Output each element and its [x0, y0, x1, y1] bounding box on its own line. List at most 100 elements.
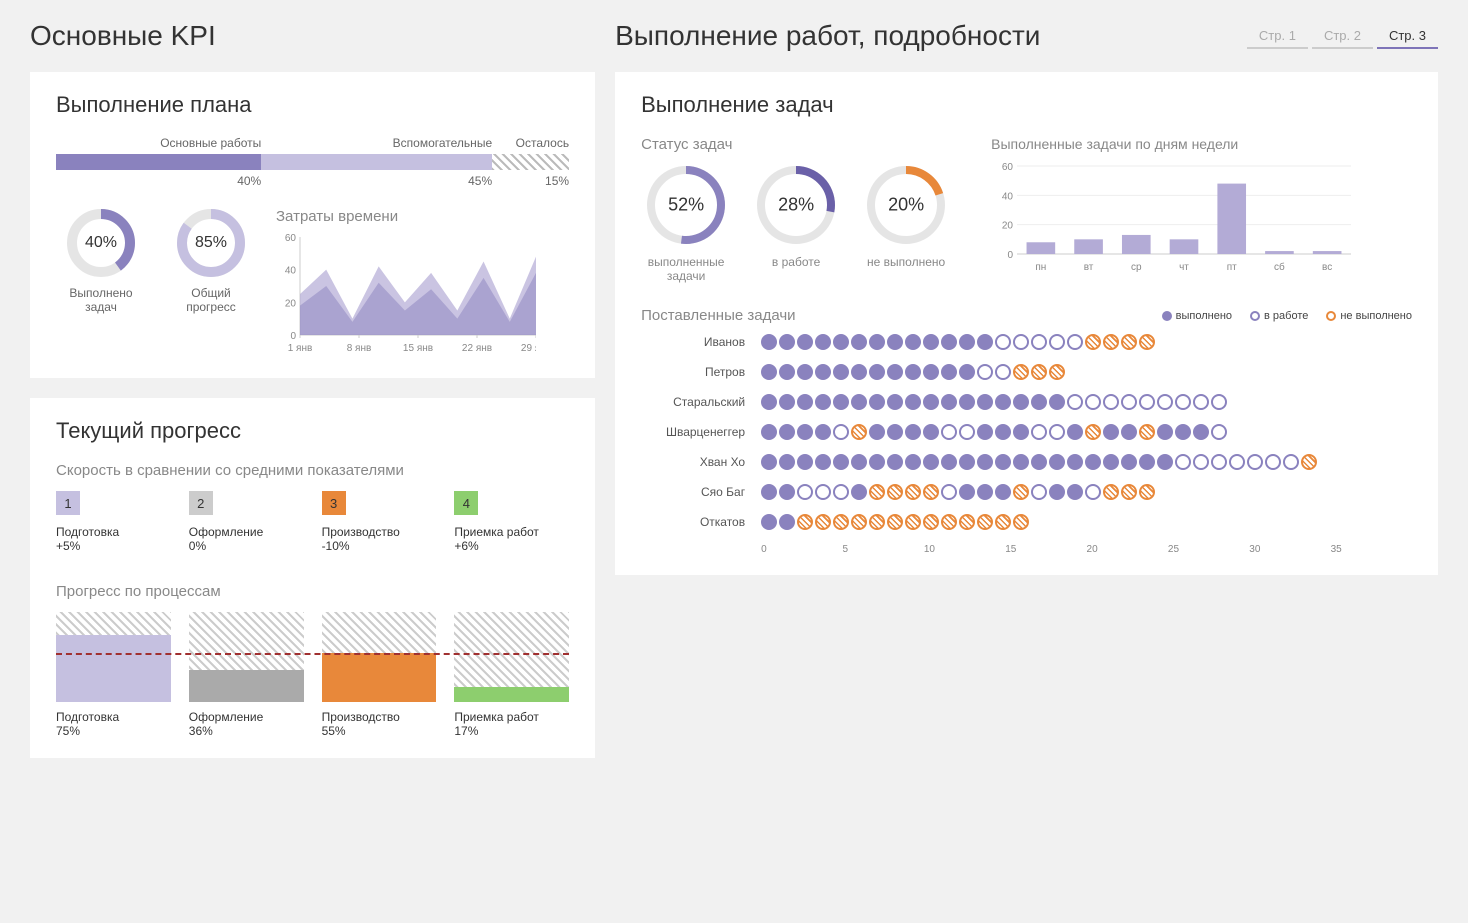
plan-seg-label: Вспомогательные	[261, 136, 492, 150]
tasks-card: Выполнение задач Статус задач 52%выполне…	[615, 72, 1438, 575]
task-dot	[887, 514, 903, 530]
task-dot	[923, 334, 939, 350]
task-dot	[1013, 484, 1029, 500]
task-dot	[833, 334, 849, 350]
task-dot	[761, 514, 777, 530]
task-dot	[1121, 484, 1137, 500]
task-dot	[923, 454, 939, 470]
reference-line	[56, 653, 569, 655]
task-dot	[1013, 424, 1029, 440]
plan-seg-value: 40%	[56, 174, 261, 188]
task-dot	[1049, 424, 1065, 440]
task-dot	[1139, 454, 1155, 470]
assign-row: Хван Хо	[641, 454, 1412, 470]
task-dot	[1121, 454, 1137, 470]
area-chart-title: Затраты времени	[276, 208, 569, 225]
plan-donut: 85%Общий прогресс	[166, 208, 256, 314]
task-dot	[1175, 394, 1191, 410]
task-dot	[1049, 364, 1065, 380]
task-dot	[815, 454, 831, 470]
task-dot	[1193, 454, 1209, 470]
person-name: Сяо Баг	[641, 485, 761, 499]
task-dot	[887, 484, 903, 500]
proc-item: Подготовка75%	[56, 612, 171, 738]
task-dot	[1139, 394, 1155, 410]
page-tab-3[interactable]: Стр. 3	[1377, 24, 1438, 49]
legend-item: в работе	[1250, 310, 1308, 322]
person-name: Хван Хо	[641, 455, 761, 469]
assign-title: Поставленные задачи	[641, 307, 795, 324]
task-dot	[761, 454, 777, 470]
task-dot	[1067, 484, 1083, 500]
page-tab-1[interactable]: Стр. 1	[1247, 24, 1308, 49]
task-dot	[977, 364, 993, 380]
task-dot	[869, 364, 885, 380]
task-dot	[923, 394, 939, 410]
task-dot	[1121, 424, 1137, 440]
task-dot	[851, 484, 867, 500]
task-dot	[1031, 364, 1047, 380]
task-dot	[761, 424, 777, 440]
svg-text:8 янв: 8 янв	[347, 343, 372, 353]
assign-row: Сяо Баг	[641, 484, 1412, 500]
svg-text:вс: вс	[1322, 262, 1332, 272]
task-dot	[779, 454, 795, 470]
task-dot	[941, 394, 957, 410]
plan-seg-value: 45%	[261, 174, 492, 188]
progress-card: Текущий прогресс Скорость в сравнении со…	[30, 398, 595, 758]
task-dot	[995, 394, 1011, 410]
assign-row: Шварценеггер	[641, 424, 1412, 440]
task-dot	[779, 364, 795, 380]
area-chart: 02040601 янв8 янв15 янв22 янв29 янв	[276, 233, 536, 353]
task-dot	[977, 514, 993, 530]
task-dot	[1175, 424, 1191, 440]
plan-segment	[56, 154, 261, 170]
proc-item: Приемка работ17%	[454, 612, 569, 738]
task-dot	[1157, 424, 1173, 440]
dot-row	[761, 424, 1227, 440]
legend-item: выполнено	[1162, 310, 1232, 322]
task-dot	[797, 424, 813, 440]
task-dot	[761, 394, 777, 410]
task-dot	[1085, 424, 1101, 440]
task-dot	[869, 334, 885, 350]
task-dot	[887, 394, 903, 410]
proc-item: Производство55%	[322, 612, 437, 738]
task-dot	[1193, 394, 1209, 410]
task-dot	[1103, 454, 1119, 470]
task-dot	[833, 484, 849, 500]
task-dot	[779, 424, 795, 440]
task-dot	[977, 484, 993, 500]
task-dot	[977, 424, 993, 440]
task-dot	[905, 364, 921, 380]
axis-tick: 0	[761, 544, 842, 555]
task-dot	[905, 424, 921, 440]
task-dot	[1013, 394, 1029, 410]
task-dot	[1067, 334, 1083, 350]
task-dot	[1013, 364, 1029, 380]
task-dot	[1031, 424, 1047, 440]
speed-item: 3Производство-10%	[322, 491, 437, 553]
task-dot	[797, 484, 813, 500]
task-dot	[869, 454, 885, 470]
task-dot	[887, 424, 903, 440]
task-dot	[941, 514, 957, 530]
task-dot	[797, 514, 813, 530]
task-dot	[1013, 454, 1029, 470]
svg-text:40: 40	[1002, 191, 1014, 202]
task-dot	[869, 424, 885, 440]
plan-donut: 40%Выполнено задач	[56, 208, 146, 314]
svg-text:60: 60	[285, 233, 297, 244]
proc-title: Прогресс по процессам	[56, 583, 569, 600]
task-dot	[851, 454, 867, 470]
task-dot	[833, 514, 849, 530]
page-tab-2[interactable]: Стр. 2	[1312, 24, 1373, 49]
axis-tick: 15	[1005, 544, 1086, 555]
task-dot	[887, 454, 903, 470]
task-dot	[977, 454, 993, 470]
task-dot	[905, 514, 921, 530]
task-dot	[995, 334, 1011, 350]
task-dot	[959, 334, 975, 350]
speed-item: 1Подготовка+5%	[56, 491, 171, 553]
task-dot	[887, 334, 903, 350]
